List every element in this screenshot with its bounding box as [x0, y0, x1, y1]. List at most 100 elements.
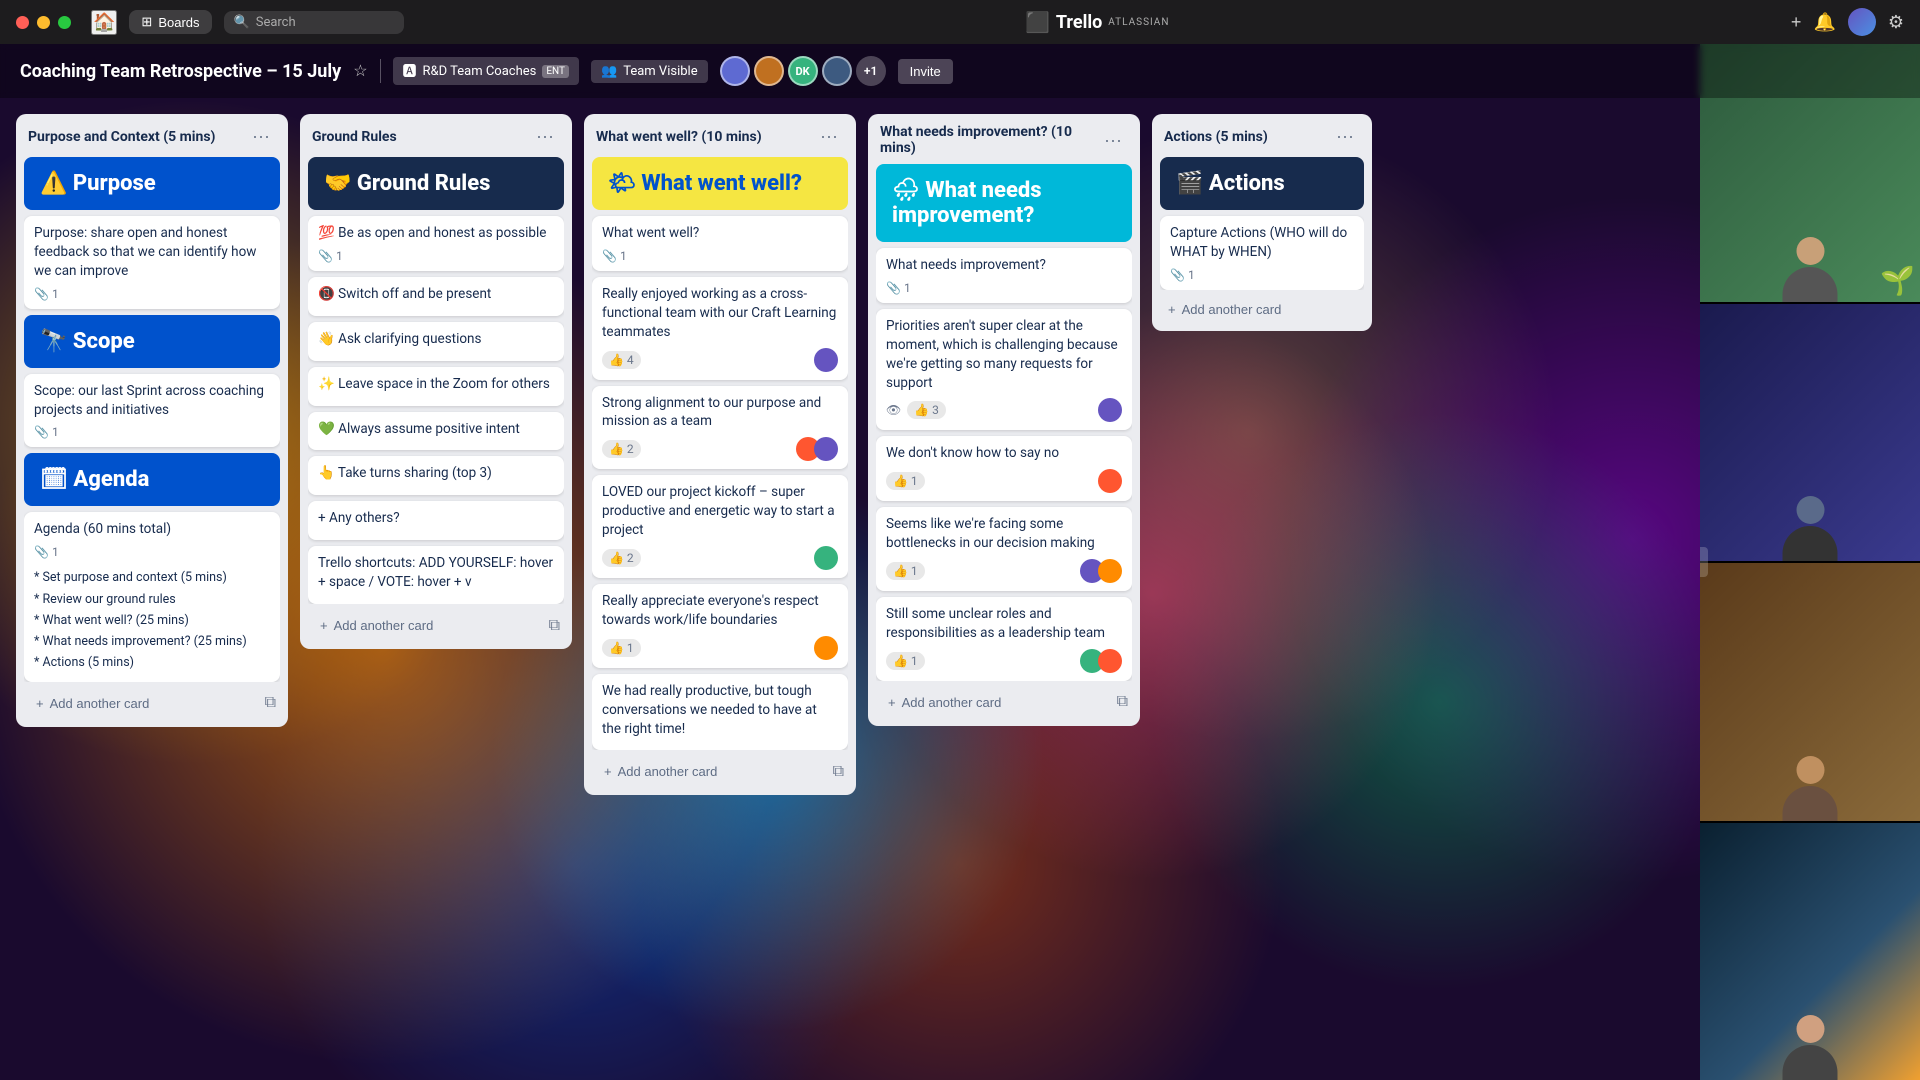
video-panel: 🌱: [1700, 44, 1920, 1080]
card-capture-actions[interactable]: Capture Actions (WHO will do WHAT by WHE…: [1160, 216, 1364, 290]
column-menu-needs-improvement[interactable]: ···: [1098, 128, 1128, 153]
column-menu-actions[interactable]: ···: [1330, 124, 1360, 149]
agenda-desc-card[interactable]: Agenda (60 mins total) 📎 1 * Set purpose…: [24, 512, 280, 681]
titlebar: 🏠 ⊞ Boards 🔍 Search ⬛ Trello ATLASSIAN +…: [0, 0, 1920, 44]
column-menu-purpose[interactable]: ···: [246, 124, 276, 149]
member-avatar-4[interactable]: [822, 56, 852, 86]
vote-worklife[interactable]: 👍 1: [602, 639, 641, 657]
scope-desc-card[interactable]: Scope: our last Sprint across coaching p…: [24, 374, 280, 448]
fullscreen-button[interactable]: [58, 16, 71, 29]
video-tile-2: [1700, 304, 1920, 562]
copy-list-needs-improvement[interactable]: ⧉: [1117, 693, 1128, 711]
add-card-went-well[interactable]: + Add another card: [596, 758, 833, 785]
card-cross-functional[interactable]: Really enjoyed working as a cross-functi…: [592, 277, 848, 380]
column-title-went-well: What went well? (10 mins): [596, 129, 814, 145]
agenda-header-card[interactable]: 🗓 Agenda: [24, 453, 280, 506]
vote-say-no[interactable]: 👍 1: [886, 472, 925, 490]
column-title-needs-improvement: What needs improvement? (10 mins): [880, 124, 1098, 156]
member-avatar-1[interactable]: [720, 56, 750, 86]
card-roles[interactable]: Still some unclear roles and responsibil…: [876, 597, 1132, 681]
vote-priorities[interactable]: 👍 3: [907, 401, 946, 419]
avatar-k1: [814, 546, 838, 570]
rule-intent-card[interactable]: 💚 Always assume positive intent: [308, 412, 564, 451]
scope-header-card[interactable]: 🔭 Scope: [24, 315, 280, 368]
board-title: Coaching Team Retrospective – 15 July: [20, 61, 341, 82]
purpose-desc-card[interactable]: Purpose: share open and honest feedback …: [24, 216, 280, 309]
add-icon-ground-rules: +: [320, 618, 328, 633]
rule-shortcuts-card[interactable]: Trello shortcuts: ADD YOURSELF: hover + …: [308, 546, 564, 604]
card-kickoff[interactable]: LOVED our project kickoff – super produc…: [592, 475, 848, 578]
rule-clarify-card[interactable]: 👋 Ask clarifying questions: [308, 322, 564, 361]
home-button[interactable]: 🏠: [91, 10, 117, 35]
card-tough-convos[interactable]: We had really productive, but tough conv…: [592, 674, 848, 751]
rule-space-card[interactable]: ✨ Leave space in the Zoom for others: [308, 367, 564, 406]
purpose-desc-text: Purpose: share open and honest feedback …: [34, 224, 270, 281]
column-title-purpose: Purpose and Context (5 mins): [28, 129, 246, 145]
card-worklife[interactable]: Really appreciate everyone's respect tow…: [592, 584, 848, 668]
invite-button[interactable]: Invite: [898, 59, 953, 84]
card-alignment-text: Strong alignment to our purpose and miss…: [602, 394, 838, 432]
rule-others-card[interactable]: + Any others?: [308, 501, 564, 540]
card-priorities[interactable]: Priorities aren't super clear at the mom…: [876, 309, 1132, 431]
rule-space-text: ✨ Leave space in the Zoom for others: [318, 375, 554, 394]
panel-resize-handle[interactable]: [1700, 547, 1708, 577]
boards-button[interactable]: ⊞ Boards: [129, 10, 211, 34]
ground-rules-header-card[interactable]: 🤝 Ground Rules: [308, 157, 564, 210]
needs-improvement-header-title: 🌧 What needs improvement?: [892, 178, 1116, 228]
vote-kickoff[interactable]: 👍 2: [602, 549, 641, 567]
member-avatar-2[interactable]: [754, 56, 784, 86]
actions-cards: 🎬 Actions Capture Actions (WHO will do W…: [1160, 157, 1364, 290]
needs-improvement-q-attachment: 📎 1: [886, 281, 911, 295]
column-menu-ground-rules[interactable]: ···: [530, 124, 560, 149]
board-header: Coaching Team Retrospective – 15 July ☆ …: [0, 44, 1920, 98]
column-menu-went-well[interactable]: ···: [814, 124, 844, 149]
minimize-button[interactable]: [37, 16, 50, 29]
card-bottlenecks[interactable]: Seems like we're facing some bottlenecks…: [876, 507, 1132, 591]
copy-list-ground-rules[interactable]: ⧉: [549, 617, 560, 635]
user-avatar[interactable]: [1848, 8, 1876, 36]
member-avatar-dk[interactable]: DK: [788, 56, 818, 86]
rule-honest-card[interactable]: 💯 Be as open and honest as possible 📎 1: [308, 216, 564, 271]
column-went-well: What went well? (10 mins) ··· 🌤 What wen…: [584, 114, 856, 795]
star-button[interactable]: ☆: [353, 61, 367, 81]
search-bar[interactable]: 🔍 Search: [224, 11, 404, 34]
vote-cross-functional[interactable]: 👍 4: [602, 351, 641, 369]
rule-present-card[interactable]: 📵 Switch off and be present: [308, 277, 564, 316]
actions-header-card[interactable]: 🎬 Actions: [1160, 157, 1364, 210]
copy-list-purpose[interactable]: ⧉: [265, 694, 276, 712]
copy-list-went-well[interactable]: ⧉: [833, 763, 844, 781]
rule-shortcuts-text: Trello shortcuts: ADD YOURSELF: hover + …: [318, 554, 554, 592]
card-alignment[interactable]: Strong alignment to our purpose and miss…: [592, 386, 848, 470]
went-well-header-card[interactable]: 🌤 What went well?: [592, 157, 848, 210]
add-card-actions[interactable]: + Add another card: [1160, 296, 1364, 323]
purpose-header-card[interactable]: ⚠️ Purpose: [24, 157, 280, 210]
close-button[interactable]: [16, 16, 29, 29]
add-card-purpose[interactable]: + Add another card: [28, 690, 265, 717]
needs-improvement-q-card[interactable]: What needs improvement? 📎 1: [876, 248, 1132, 303]
add-button[interactable]: +: [1791, 12, 1802, 33]
needs-improvement-header-card[interactable]: 🌧 What needs improvement?: [876, 164, 1132, 242]
add-card-ground-rules[interactable]: + Add another card: [312, 612, 549, 639]
card-say-no[interactable]: We don't know how to say no 👍 1: [876, 436, 1132, 501]
avatar-w1: [814, 636, 838, 660]
purpose-attachment: 📎 1: [34, 287, 59, 301]
vote-bottlenecks[interactable]: 👍 1: [886, 562, 925, 580]
vote-roles[interactable]: 👍 1: [886, 652, 925, 670]
settings-button[interactable]: ⚙: [1888, 12, 1904, 33]
needs-improvement-q-meta: 📎 1: [886, 281, 1122, 295]
rule-intent-text: 💚 Always assume positive intent: [318, 420, 554, 439]
column-header-ground-rules: Ground Rules ···: [308, 122, 564, 151]
card-worklife-text: Really appreciate everyone's respect tow…: [602, 592, 838, 630]
vote-alignment[interactable]: 👍 2: [602, 440, 641, 458]
column-ground-rules: Ground Rules ··· 🤝 Ground Rules 💯 Be as …: [300, 114, 572, 649]
notifications-button[interactable]: 🔔: [1813, 12, 1835, 33]
went-well-q-card[interactable]: What went well? 📎 1: [592, 216, 848, 271]
plus-members-badge[interactable]: +1: [856, 56, 886, 86]
rule-turns-card[interactable]: 👆 Take turns sharing (top 3): [308, 456, 564, 495]
workspace-chip[interactable]: 🅰 R&D Team Coaches ENT: [393, 57, 580, 85]
visibility-label: Team Visible: [623, 64, 697, 79]
scope-desc-meta: 📎 1: [34, 425, 270, 439]
agenda-item-2: * Review our ground rules: [34, 589, 270, 610]
visibility-chip[interactable]: 👥 Team Visible: [591, 60, 708, 83]
add-card-needs-improvement[interactable]: + Add another card: [880, 689, 1117, 716]
